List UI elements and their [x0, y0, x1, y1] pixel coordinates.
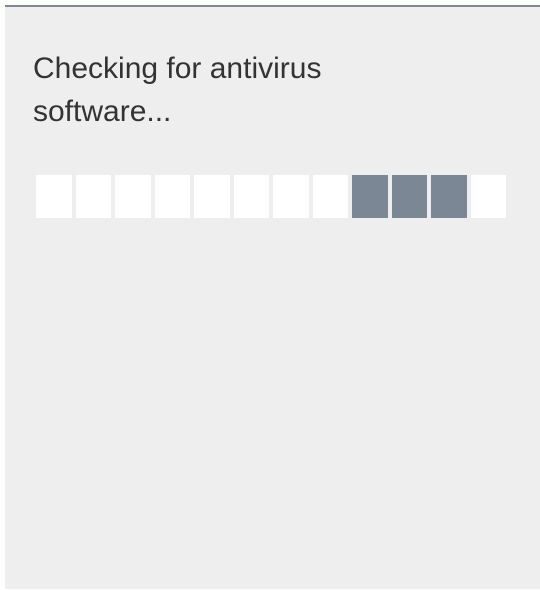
progress-segment [233, 175, 269, 218]
status-message: Checking for antivirus software... [33, 52, 322, 128]
progress-segment [194, 175, 230, 218]
progress-segment [431, 175, 467, 218]
progress-segment [352, 175, 388, 218]
progress-segment [36, 175, 72, 218]
progress-segment [391, 175, 427, 218]
progress-segment [154, 175, 190, 218]
progress-segment [75, 175, 111, 218]
progress-segment [115, 175, 151, 218]
antivirus-check-panel: Checking for antivirus software... [5, 5, 540, 589]
progress-segment [273, 175, 309, 218]
progress-segment [470, 175, 506, 218]
progress-segment [312, 175, 348, 218]
marquee-progress-bar [36, 175, 506, 218]
